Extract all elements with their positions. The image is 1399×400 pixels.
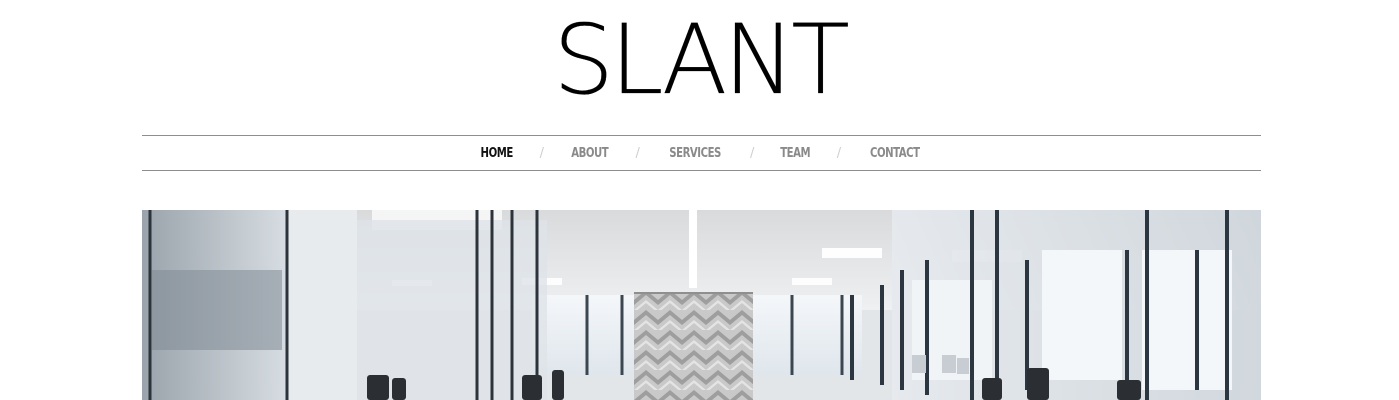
office-interior-photo [142, 210, 1261, 400]
nav-separator: / [836, 145, 842, 161]
nav-separator: / [749, 145, 755, 161]
nav-item-contact[interactable]: CONTACT [870, 146, 920, 161]
page: SLANT HOME / ABOUT / SERVICES / TEAM / C… [0, 0, 1399, 400]
site-logo[interactable]: SLANT [0, 12, 1399, 108]
nav-separator: / [539, 145, 544, 161]
nav-item-about[interactable]: ABOUT [571, 146, 608, 161]
nav-separator: / [635, 145, 640, 161]
nav-item-team[interactable]: TEAM [781, 146, 811, 161]
main-nav: HOME / ABOUT / SERVICES / TEAM / CONTACT [142, 135, 1261, 171]
nav-item-services[interactable]: SERVICES [669, 146, 721, 161]
nav-item-home[interactable]: HOME [481, 146, 514, 161]
hero-image [142, 210, 1261, 400]
